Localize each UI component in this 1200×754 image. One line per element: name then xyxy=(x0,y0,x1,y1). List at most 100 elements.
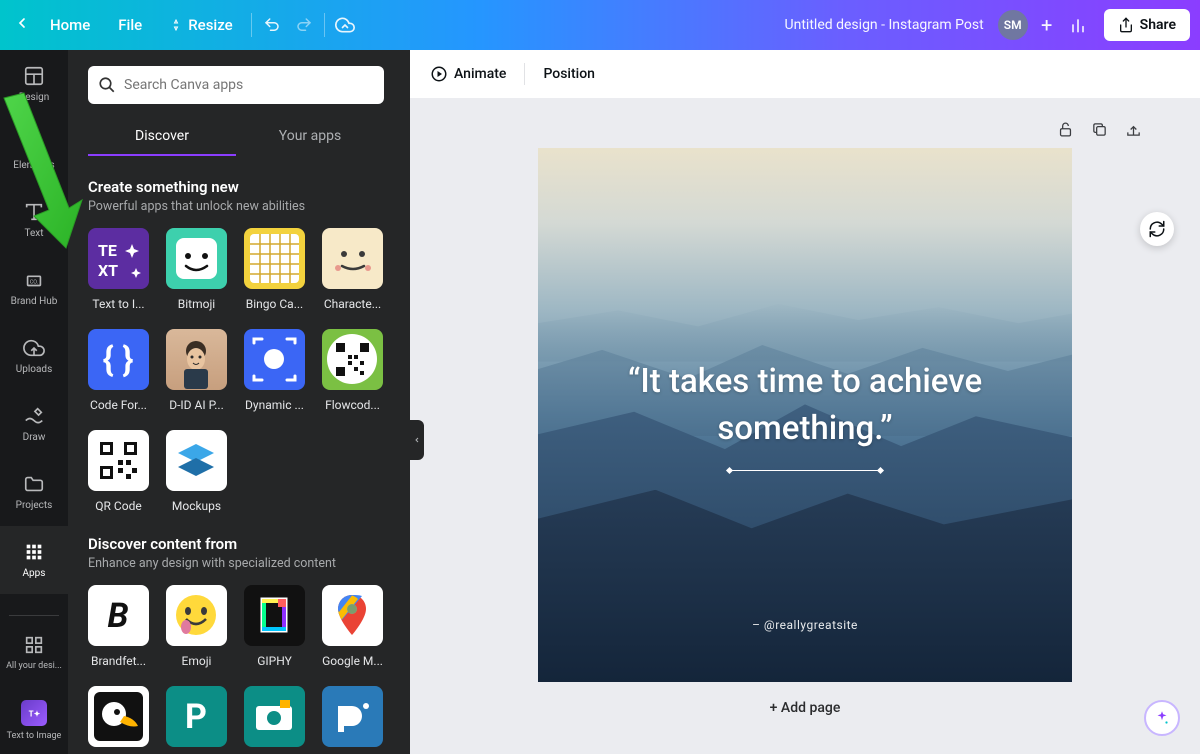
rail-draw[interactable]: Draw xyxy=(0,390,68,458)
divider xyxy=(324,13,325,37)
app-label: Characte... xyxy=(322,297,383,311)
app-label: Flowcod... xyxy=(322,398,383,412)
app-item[interactable]: Characte... xyxy=(322,228,383,311)
app-tile-icon xyxy=(166,329,227,390)
canvas-scroll[interactable]: “It takes time to achieve something.” – … xyxy=(410,98,1200,754)
rail-text[interactable]: Text xyxy=(0,186,68,254)
add-page-button[interactable]: + Add page xyxy=(446,682,1164,724)
svg-text:CO.: CO. xyxy=(30,280,39,286)
back-icon[interactable] xyxy=(14,15,30,36)
app-tile-icon xyxy=(244,686,305,747)
home-menu[interactable]: Home xyxy=(36,0,104,50)
duplicate-icon[interactable] xyxy=(1088,118,1110,140)
design-canvas[interactable]: “It takes time to achieve something.” – … xyxy=(538,148,1072,682)
app-item[interactable]: Text to I... xyxy=(88,228,149,311)
rail-label: Elements xyxy=(13,160,54,171)
folder-icon xyxy=(23,473,45,495)
app-label: Emoji xyxy=(166,654,227,668)
app-item[interactable]: Flowcod... xyxy=(322,329,383,412)
section-title: Create something new xyxy=(88,178,398,196)
app-label: Bingo Ca... xyxy=(244,297,305,311)
quote-text[interactable]: “It takes time to achieve something.” xyxy=(538,359,1072,451)
app-item[interactable]: Mockups xyxy=(166,430,227,513)
shapes-icon xyxy=(23,133,45,155)
rail-text-to-image[interactable]: T✦ Text to Image xyxy=(0,686,68,754)
add-collaborator-icon[interactable]: + xyxy=(1032,10,1062,40)
export-icon[interactable] xyxy=(1122,118,1144,140)
cloud-sync-icon[interactable] xyxy=(329,9,361,41)
rail-brand-hub[interactable]: CO. Brand Hub xyxy=(0,254,68,322)
app-label: Code For... xyxy=(88,398,149,412)
rail-label: Text xyxy=(24,228,43,239)
app-item[interactable]: Dynamic ... xyxy=(244,329,305,412)
app-tile-icon xyxy=(88,430,149,491)
document-title[interactable]: Untitled design - Instagram Post xyxy=(785,17,984,33)
rail-elements[interactable]: Elements xyxy=(0,118,68,186)
app-label: Dynamic ... xyxy=(244,398,305,412)
app-label: Google M... xyxy=(322,654,383,668)
rail-uploads[interactable]: Uploads xyxy=(0,322,68,390)
rail-label: Apps xyxy=(23,568,46,579)
rail-projects[interactable]: Projects xyxy=(0,458,68,526)
app-item[interactable]: QR Code xyxy=(88,430,149,513)
lock-icon[interactable] xyxy=(1054,118,1076,140)
resize-menu[interactable]: Resize xyxy=(156,0,246,50)
undo-icon[interactable] xyxy=(256,9,288,41)
search-input[interactable] xyxy=(124,77,374,93)
section-title: Discover content from xyxy=(88,535,398,553)
app-label: Text to I... xyxy=(88,297,149,311)
tab-your-apps[interactable]: Your apps xyxy=(236,116,384,156)
app-item[interactable] xyxy=(244,686,305,747)
app-item[interactable]: Bitmoji xyxy=(166,228,227,311)
rail-all-designs[interactable]: All your desi... xyxy=(0,618,68,686)
app-item[interactable] xyxy=(322,686,383,747)
share-button[interactable]: Share xyxy=(1104,9,1190,41)
animate-button[interactable]: Animate xyxy=(426,59,510,89)
app-tile-icon xyxy=(166,686,227,747)
rail-label: Projects xyxy=(16,500,53,511)
t2i-icon: T✦ xyxy=(21,700,47,726)
app-tile-icon xyxy=(244,228,305,289)
grid-icon xyxy=(23,541,45,563)
user-avatar[interactable]: SM xyxy=(998,10,1028,40)
section-subtitle: Enhance any design with specialized cont… xyxy=(88,556,398,571)
app-item[interactable]: GIPHY xyxy=(244,585,305,668)
rail-apps[interactable]: Apps xyxy=(0,526,68,594)
canvas-area: Animate Position “It takes time to achie… xyxy=(410,50,1200,754)
search-field[interactable] xyxy=(88,66,384,104)
position-label: Position xyxy=(543,66,595,82)
canvas-toolbar: Animate Position xyxy=(410,50,1200,98)
app-item[interactable]: Bingo Ca... xyxy=(244,228,305,311)
animate-label: Animate xyxy=(454,66,506,82)
app-item[interactable]: Brandfet... xyxy=(88,585,149,668)
app-item[interactable]: Code For... xyxy=(88,329,149,412)
regenerate-icon[interactable] xyxy=(1140,212,1174,246)
topbar: Home File Resize Untitled design - Insta… xyxy=(0,0,1200,50)
tab-discover[interactable]: Discover xyxy=(88,116,236,156)
resize-label: Resize xyxy=(188,16,232,34)
app-item[interactable]: Emoji xyxy=(166,585,227,668)
app-tile-icon xyxy=(322,686,383,747)
rail-design[interactable]: Design xyxy=(0,50,68,118)
app-tile-icon xyxy=(166,228,227,289)
redo-icon[interactable] xyxy=(288,9,320,41)
layout-icon xyxy=(23,65,45,87)
app-item[interactable] xyxy=(88,686,149,747)
search-icon xyxy=(98,76,116,94)
panel-collapse-handle[interactable] xyxy=(410,420,424,460)
app-label: Mockups xyxy=(166,499,227,513)
credit-text[interactable]: – @reallygreatsite xyxy=(752,618,858,632)
svg-text:T✦: T✦ xyxy=(29,709,41,718)
app-item[interactable]: D-ID AI P... xyxy=(166,329,227,412)
ai-assistant-fab[interactable] xyxy=(1144,700,1180,736)
insights-icon[interactable] xyxy=(1062,9,1094,41)
cloud-icon xyxy=(23,337,45,359)
position-button[interactable]: Position xyxy=(539,60,599,88)
app-label: Bitmoji xyxy=(166,297,227,311)
app-label: QR Code xyxy=(88,499,149,513)
app-item[interactable] xyxy=(166,686,227,747)
file-menu[interactable]: File xyxy=(104,0,156,50)
app-tile-icon xyxy=(88,686,149,747)
app-item[interactable]: Google M... xyxy=(322,585,383,668)
app-tile-icon xyxy=(322,228,383,289)
